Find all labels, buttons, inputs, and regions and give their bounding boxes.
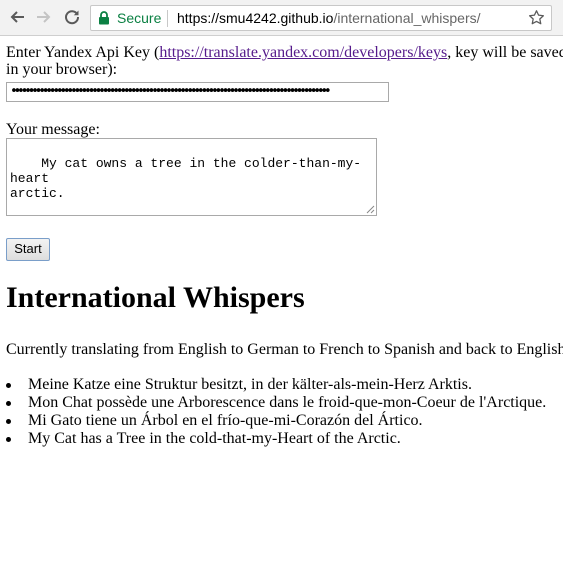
reload-button[interactable] [61,6,83,28]
browser-toolbar: Secure https://smu4242.github.io/interna… [0,0,563,36]
reload-icon [65,10,80,25]
yandex-keys-link[interactable]: https://translate.yandex.com/developers/… [159,44,447,61]
apikey-input[interactable]: ••••••••••••••••••••••••••••••••••••••••… [6,82,389,102]
url-path: /international_whispers/ [333,10,481,26]
forward-button[interactable] [33,6,55,28]
apikey-label: Enter Yandex Api Key (https://translate.… [6,44,563,78]
list-item: Mon Chat possède une Arborescence dans l… [6,394,546,412]
resize-grip-icon[interactable] [366,205,375,214]
list-item: Meine Katze eine Struktur besitzt, in de… [6,376,546,394]
list-item: My Cat has a Tree in the cold-that-my-He… [6,430,546,448]
url-host: https://smu4242.github.io [177,10,334,26]
forward-icon [37,11,51,23]
url-text[interactable]: https://smu4242.github.io/international_… [177,10,481,26]
back-button[interactable] [6,6,28,28]
message-textarea[interactable]: My cat owns a tree in the colder-than-my… [6,138,377,216]
message-text: My cat owns a tree in the colder-than-my… [10,156,362,201]
apikey-label-line2: in your browser): [6,61,118,78]
list-item: Mi Gato tiene un Árbol en el frío-que-mi… [6,412,546,430]
results-list: Meine Katze eine Struktur besitzt, in de… [6,376,546,448]
secure-label: Secure [117,10,162,26]
lock-icon [99,11,109,25]
start-button[interactable]: Start [6,238,50,261]
address-bar[interactable]: Secure https://smu4242.github.io/interna… [90,5,552,31]
omnibox-divider [167,10,168,27]
star-icon[interactable] [528,9,545,26]
status-text: Currently translating from English to Ge… [6,341,563,358]
page-title: International Whispers [6,281,305,314]
message-label: Your message: [6,121,100,138]
back-icon [10,11,24,23]
apikey-label-prefix: Enter Yandex Api Key ( [6,44,160,61]
apikey-label-suffix: , key will be saved [447,44,563,61]
